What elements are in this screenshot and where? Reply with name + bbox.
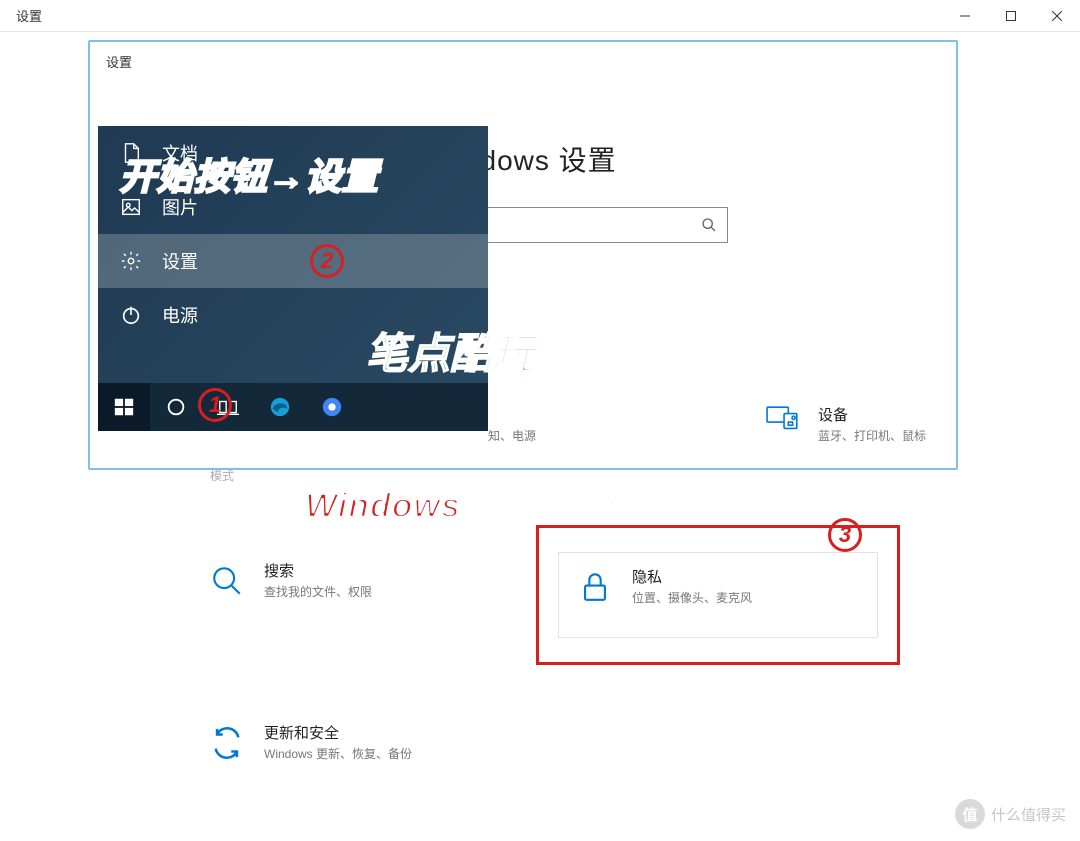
maximize-button[interactable] <box>988 0 1034 32</box>
start-button[interactable] <box>98 383 150 431</box>
privacy-title: 隐私 <box>632 566 752 587</box>
start-menu-settings[interactable]: 设置 <box>98 234 488 288</box>
privacy-sub: 位置、摄像头、麦克风 <box>632 589 752 606</box>
search-icon <box>210 564 244 598</box>
taskbar-app[interactable] <box>306 383 358 431</box>
category-devices[interactable]: 设备 蓝牙、打印机、鼠标 <box>766 404 926 444</box>
start-item-label: 电源 <box>162 302 198 328</box>
annotation-number-2: 2 <box>310 244 344 278</box>
search-icon[interactable] <box>701 217 717 233</box>
devices-icon <box>766 404 800 438</box>
annotation-step1: 开始按钮→设置 <box>120 148 379 200</box>
devices-title: 设备 <box>818 404 926 425</box>
search-sub: 查找我的文件、权限 <box>264 583 372 600</box>
sync-icon <box>210 726 244 760</box>
taskbar-edge[interactable] <box>254 383 306 431</box>
update-sub: Windows 更新、恢复、备份 <box>264 745 412 762</box>
category-privacy[interactable]: 隐私 位置、摄像头、麦克风 <box>578 566 918 606</box>
close-button[interactable] <box>1034 0 1080 32</box>
smzdm-watermark: 值 什么值得买 <box>955 799 1066 829</box>
gear-icon <box>120 250 142 272</box>
outer-window-titlebar: 设置 <box>0 0 1080 32</box>
category-search[interactable]: 搜索 查找我的文件、权限 <box>210 560 550 600</box>
window-controls <box>942 0 1080 32</box>
category-update[interactable]: 更新和安全 Windows 更新、恢复、备份 <box>210 722 550 762</box>
outer-window-title: 设置 <box>0 6 42 25</box>
search-title: 搜索 <box>264 560 372 581</box>
annotation-number-1: 1 <box>198 388 232 422</box>
lock-icon <box>578 570 612 604</box>
taskbar <box>98 383 488 431</box>
minimize-button[interactable] <box>942 0 988 32</box>
inner-window-title: 设置 <box>90 42 956 81</box>
annotation-step2: Windows设置→隐私 <box>305 478 636 527</box>
start-item-label: 设置 <box>162 248 198 274</box>
update-title: 更新和安全 <box>264 722 412 743</box>
smzdm-text: 什么值得买 <box>991 804 1066 825</box>
annotation-watermark: 笔点酷玩 <box>366 320 534 381</box>
system-sub-partial: 知、电源 <box>488 427 536 444</box>
taskbar-cortana[interactable] <box>150 383 202 431</box>
smzdm-badge: 值 <box>955 799 985 829</box>
power-icon <box>120 304 142 326</box>
annotation-number-3: 3 <box>828 518 862 552</box>
devices-sub: 蓝牙、打印机、鼠标 <box>818 427 926 444</box>
